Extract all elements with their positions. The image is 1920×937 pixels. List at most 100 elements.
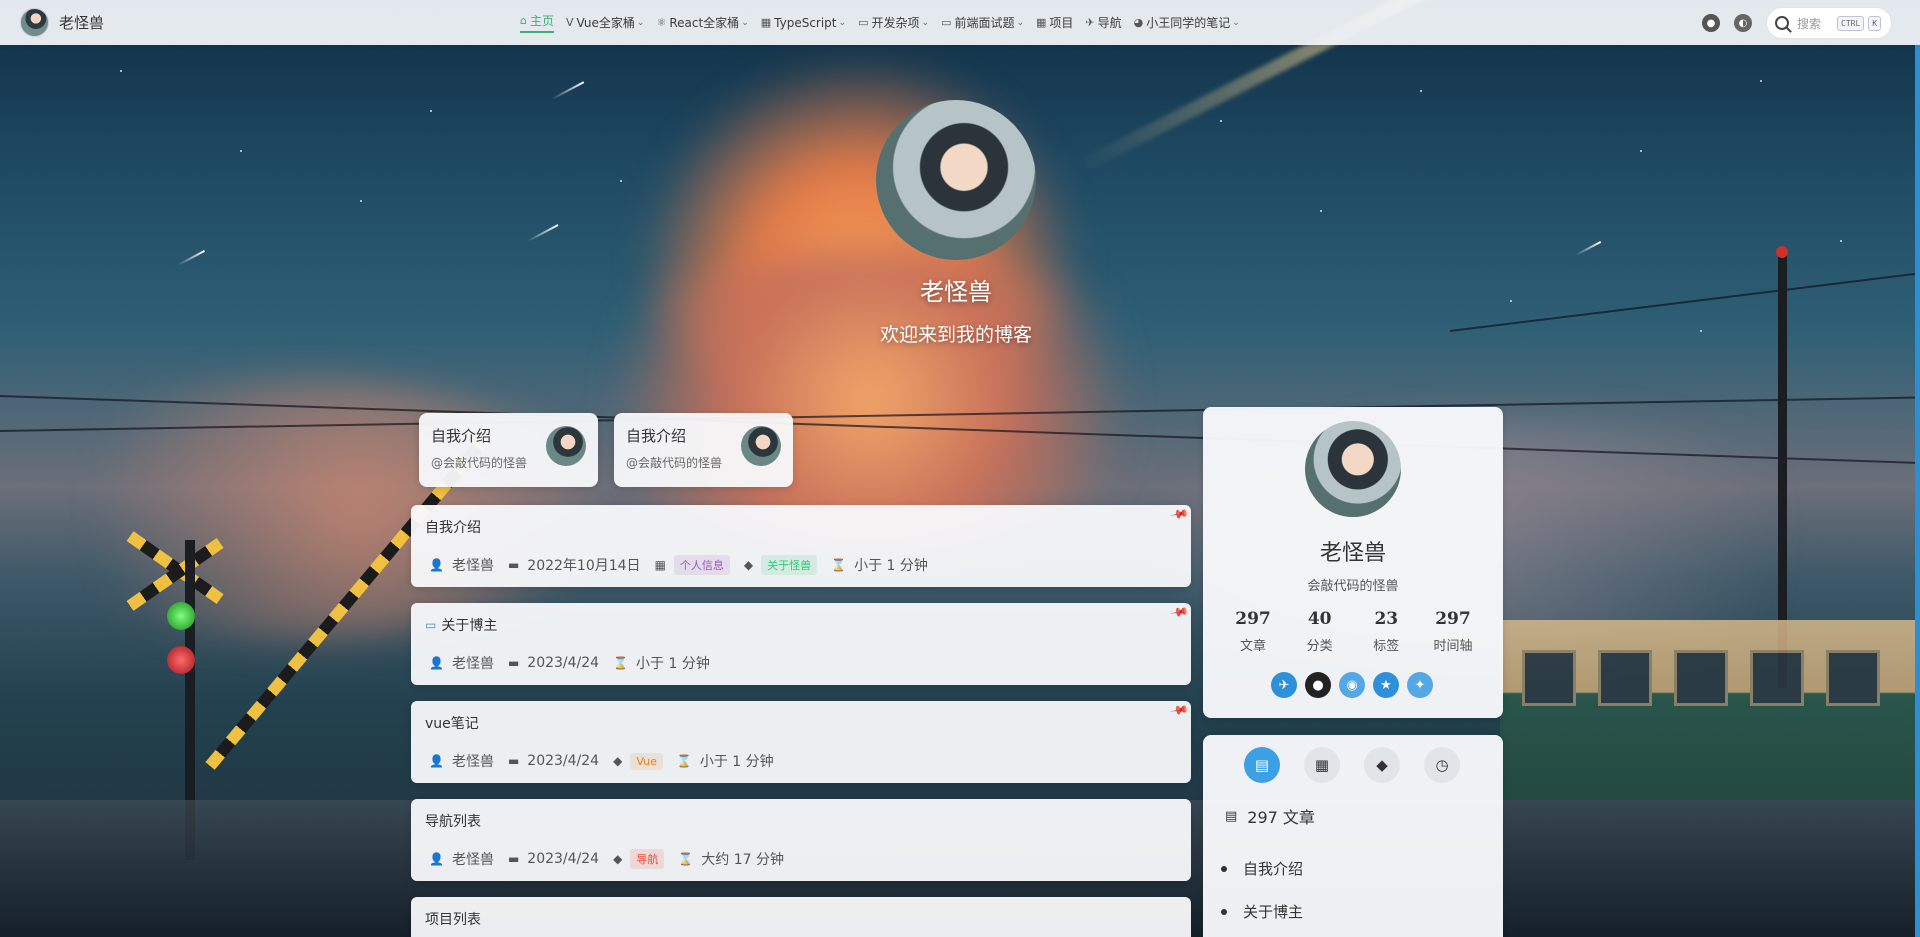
nav-item-6[interactable]: ▦ 项目	[1036, 12, 1073, 33]
theme-icon[interactable]: ◐	[1734, 14, 1752, 32]
stat-tags[interactable]: 23 标签	[1356, 609, 1416, 654]
article-card[interactable]: vue笔记 👤 老怪兽 ▬ 2023/4/24 ◆ Vue ⌛ 小于 1 分钟 📌	[411, 700, 1191, 783]
category-tab-icon[interactable]: ▦	[1304, 747, 1340, 783]
panel-heading-text: 297 文章	[1247, 808, 1315, 827]
nav-item-label: 项目	[1049, 16, 1074, 30]
article-title-text: 关于博主	[441, 618, 498, 634]
projects-icon: ▦	[1036, 16, 1047, 29]
qq-icon[interactable]: ◉	[1339, 672, 1365, 698]
profile-name: 老怪兽	[1319, 541, 1386, 566]
presentation-icon: ▭	[425, 618, 437, 632]
twitter-icon[interactable]: ✦	[1407, 672, 1433, 698]
reading-time: 小于 1 分钟	[699, 754, 774, 770]
article-title[interactable]: vue笔记	[425, 713, 1177, 733]
stat-label: 分类	[1306, 639, 1333, 654]
tag-icon: ◆	[613, 852, 623, 866]
timeline-tab-icon[interactable]: ◷	[1424, 747, 1460, 783]
reading-time: 大约 17 分钟	[701, 852, 784, 868]
article-card[interactable]: 自我介绍 👤 老怪兽 ▬ 2022年10月14日 ▦ 个人信息 ◆ 关于怪兽 ⌛ 小于 1 分钟 📌	[411, 504, 1191, 587]
article-meta: 👤 老怪兽 ▬ 2022年10月14日 ▦ 个人信息 ◆ 关于怪兽 ⌛ 小于 1 分钟	[425, 555, 938, 575]
nav-item-3[interactable]: ▦ TypeScript ⌄	[761, 12, 846, 33]
hero-avatar	[876, 100, 1036, 260]
star-icon[interactable]: ★	[1373, 672, 1399, 698]
train	[1500, 620, 1920, 800]
category-badge[interactable]: 个人信息	[673, 555, 730, 575]
shortcut-key: CTRL	[1837, 15, 1865, 31]
project-card[interactable]: 自我介绍 @会敲代码的怪兽	[614, 413, 793, 487]
article-card[interactable]: 项目列表	[411, 897, 1191, 937]
nav-item-label: Vue全家桶	[576, 16, 635, 30]
article-title-text: 导航列表	[425, 814, 481, 830]
nav-item-0[interactable]: ⌂ 主页	[520, 12, 554, 33]
author-name: 老怪兽	[451, 558, 494, 574]
calendar-icon: ▬	[507, 754, 520, 768]
article-title[interactable]: ▭ 关于博主	[425, 615, 1177, 635]
nav-item-5[interactable]: ▭ 前端面试题 ⌄	[941, 12, 1024, 33]
home-icon: ⌂	[520, 14, 527, 27]
nav-item-2[interactable]: ⚛ React全家桶 ⌄	[656, 12, 748, 33]
post-list: 自我介绍 关于博主	[1221, 847, 1303, 933]
meteor	[177, 250, 205, 266]
nav-item-label: 主页	[529, 14, 554, 28]
chevron-down-icon: ⌄	[741, 17, 749, 28]
social-links: ✈ ● ◉ ★ ✦	[1271, 672, 1441, 698]
nav-item-1[interactable]: V Vue全家桶 ⌄	[566, 12, 644, 33]
nav-item-label: 小王同学的笔记	[1146, 16, 1231, 30]
stat-label: 标签	[1373, 639, 1400, 654]
shortcut-key: K	[1868, 15, 1882, 31]
list-item[interactable]: 关于博主	[1221, 890, 1303, 933]
avatar	[1305, 421, 1401, 517]
vue-icon: V	[566, 16, 574, 29]
chevron-down-icon: ⌄	[1232, 17, 1240, 28]
publish-date: 2023/4/24	[527, 753, 600, 769]
stat-value: 40	[1307, 609, 1332, 629]
article-tab-icon[interactable]: ▤	[1244, 747, 1280, 783]
github-icon[interactable]: ●	[1702, 14, 1720, 32]
stat-categories[interactable]: 40 分类	[1290, 609, 1350, 654]
article-card[interactable]: 导航列表 👤 老怪兽 ▬ 2023/4/24 ◆ 导航 ⌛ 大约 17 分钟	[411, 799, 1191, 881]
article-card[interactable]: ▭ 关于博主 👤 老怪兽 ▬ 2023/4/24 ⌛ 小于 1 分钟 📌	[411, 602, 1191, 685]
tag-icon: ◆	[613, 754, 623, 768]
nav-item-label: 开发杂项	[871, 16, 920, 30]
react-icon: ⚛	[656, 16, 667, 29]
stat-articles[interactable]: 297 文章	[1223, 609, 1283, 654]
notes-icon: ◕	[1133, 16, 1144, 29]
article-meta: 👤 老怪兽 ▬ 2023/4/24 ◆ 导航 ⌛ 大约 17 分钟	[425, 849, 794, 869]
tag-badge[interactable]: 关于怪兽	[761, 555, 818, 575]
hourglass-icon: ⌛	[678, 852, 694, 866]
gitee-icon[interactable]: ✈	[1271, 672, 1297, 698]
nav-item-label: React全家桶	[669, 16, 740, 30]
article-title[interactable]: 导航列表	[425, 811, 1177, 831]
nav-item-8[interactable]: ◕ 小王同学的笔记 ⌄	[1134, 12, 1240, 33]
typescript-icon: ▦	[760, 16, 772, 29]
publish-date: 2023/4/24	[527, 655, 600, 671]
article-title[interactable]: 项目列表	[425, 909, 1177, 929]
article-title-text: vue笔记	[425, 716, 479, 732]
panel-tabs: ▤ ▦ ◆ ◷	[1244, 747, 1484, 783]
interview-icon: ▭	[941, 16, 952, 29]
post-link: 关于博主	[1243, 903, 1304, 921]
nav-links: ⌂ 主页 V Vue全家桶 ⌄ ⚛ React全家桶 ⌄ ▦ TypeScript ⌄ ▭ 开发杂项 ⌄ ▭…	[520, 12, 1252, 33]
tag-badge[interactable]: 导航	[630, 849, 665, 869]
nav-item-4[interactable]: ▭ 开发杂项 ⌄	[858, 12, 929, 33]
top-navbar: 老怪兽 ⌂ 主页 V Vue全家桶 ⌄ ⚛ React全家桶 ⌄ ▦ TypeScript ⌄ ▭ 开发…	[0, 0, 1920, 45]
search-box[interactable]: 搜索 CTRL K	[1766, 7, 1892, 39]
tag-badge[interactable]: Vue	[630, 752, 663, 770]
brand-link[interactable]: 老怪兽	[20, 8, 104, 37]
stat-timeline[interactable]: 297 时间轴	[1423, 609, 1483, 654]
tag-tab-icon[interactable]: ◆	[1364, 747, 1400, 783]
meteor	[1575, 240, 1602, 256]
chevron-down-icon: ⌄	[838, 17, 847, 28]
nav-item-7[interactable]: ✈ 导航	[1085, 12, 1121, 33]
meteor	[527, 224, 559, 242]
project-card[interactable]: 自我介绍 @会敲代码的怪兽	[419, 413, 598, 487]
chevron-down-icon: ⌄	[636, 17, 645, 28]
scrollbar[interactable]	[1915, 45, 1920, 937]
calendar-icon: ▬	[507, 558, 520, 572]
chevron-down-icon: ⌄	[1016, 17, 1024, 28]
github-icon[interactable]: ●	[1305, 672, 1331, 698]
search-icon	[1775, 16, 1789, 30]
article-title[interactable]: 自我介绍	[425, 517, 1177, 537]
list-item[interactable]: 自我介绍	[1221, 847, 1303, 890]
hourglass-icon: ⌛	[831, 558, 847, 572]
